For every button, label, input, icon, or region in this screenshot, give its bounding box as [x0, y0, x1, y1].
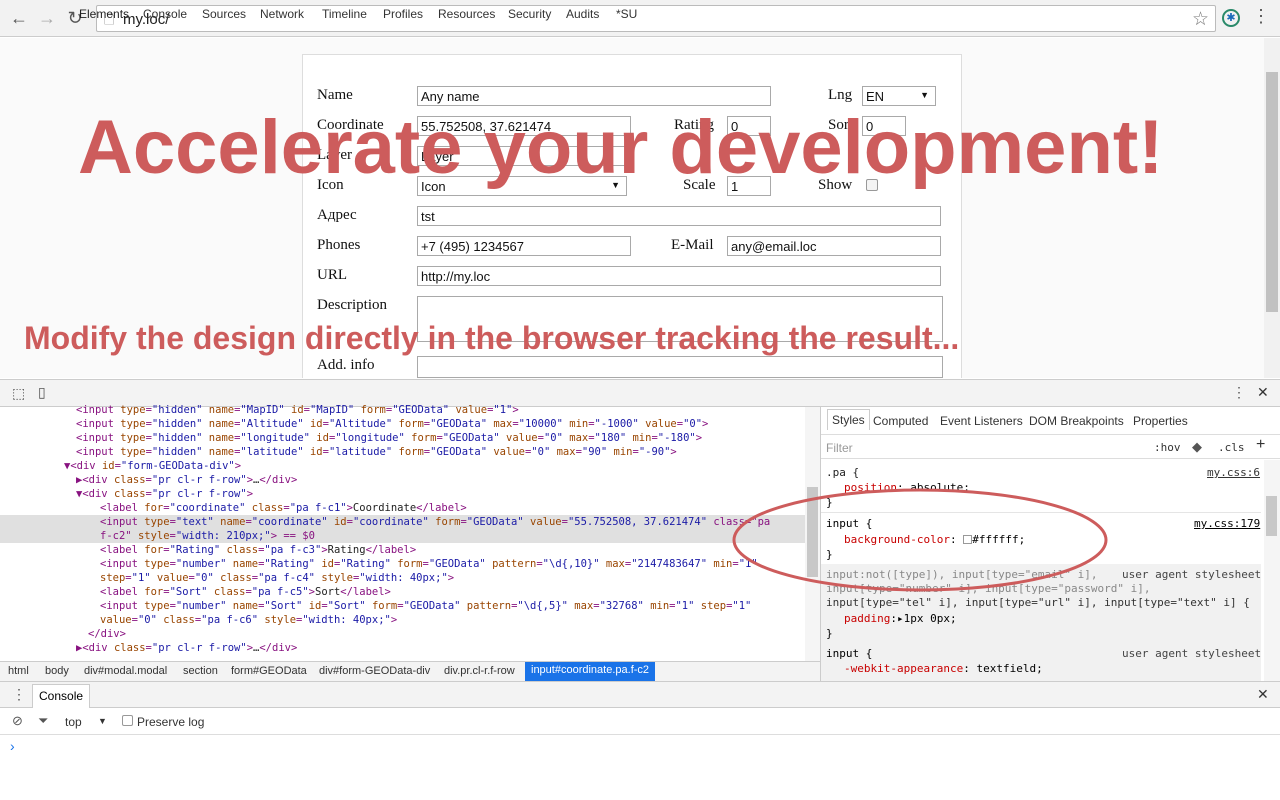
dom-node-line[interactable]: <label for="Sort" class="pa f-c5">Sort</…: [100, 585, 391, 599]
overlay-subline: Modify the design directly in the browse…: [24, 320, 960, 356]
page-scrollbar[interactable]: [1264, 38, 1280, 378]
dom-node-line[interactable]: value="0" class="pa f-c6" style="width: …: [100, 613, 397, 627]
phones-label: Phones: [317, 237, 361, 253]
inspect-element-icon[interactable]: ⬚: [12, 385, 25, 402]
breadcrumb-item[interactable]: div#modal.modal: [84, 665, 167, 677]
phones-input[interactable]: +7 (495) 1234567: [417, 236, 631, 256]
context-dropdown-icon[interactable]: ▼: [98, 716, 107, 726]
rule4-prop: -webkit-appearance: [844, 662, 964, 675]
preserve-log-checkbox[interactable]: [122, 715, 133, 726]
preserve-log-label: Preserve log: [137, 715, 205, 729]
clear-console-icon[interactable]: ⊘: [12, 713, 23, 729]
dom-node-line[interactable]: <input type="hidden" name="longitude" id…: [76, 431, 702, 445]
rule3-source: user agent stylesheet: [1122, 568, 1262, 581]
styles-scrollbar[interactable]: [1264, 460, 1280, 681]
dom-node-line[interactable]: step="1" value="0" class="pa f-c4" style…: [100, 571, 454, 585]
email-input[interactable]: any@email.loc: [727, 236, 941, 256]
dom-node-line[interactable]: <label for="Rating" class="pa f-c3">Rati…: [100, 543, 416, 557]
dom-node-line[interactable]: f-c2" style="width: 210px;"> == $0: [100, 529, 315, 543]
drawer-close-button[interactable]: ✕: [1257, 686, 1269, 703]
styles-tab-computed[interactable]: Computed: [873, 414, 928, 428]
breadcrumb-item[interactable]: div.pr.cl-r.f-row: [444, 665, 515, 677]
breadcrumb-item[interactable]: div#form-GEOData-div: [319, 665, 430, 677]
dom-node-line[interactable]: ▶<div class="pr cl-r f-row">…</div>: [76, 473, 297, 487]
styles-tab-dombreakpoints[interactable]: DOM Breakpoints: [1029, 414, 1124, 428]
rule1-source-link[interactable]: my.css:6: [1207, 466, 1260, 479]
dom-node-line[interactable]: <label for="coordinate" class="pa f-c1">…: [100, 501, 467, 515]
rule4-source: user agent stylesheet: [1122, 647, 1262, 660]
devtools-tab-profiles[interactable]: Profiles: [383, 7, 423, 21]
breadcrumb-item[interactable]: input#coordinate.pa.f-c2: [525, 662, 656, 681]
devtools-menu-button[interactable]: ⋮: [1232, 384, 1246, 401]
elements-tree[interactable]: <input type="hidden" name="MapID" id="Ma…: [0, 404, 805, 661]
rule3-value: 1px 0px;: [903, 612, 957, 625]
styles-tab-properties[interactable]: Properties: [1133, 414, 1188, 428]
email-label: E-Mail: [671, 237, 714, 253]
console-tab[interactable]: Console: [32, 684, 91, 708]
dom-node-line[interactable]: <input type="hidden" name="latitude" id=…: [76, 445, 677, 459]
address-input[interactable]: tst: [417, 206, 941, 226]
filter-icon[interactable]: ⏷: [38, 713, 48, 729]
device-mode-icon[interactable]: ▯: [38, 384, 46, 401]
dom-node-line[interactable]: <input type="number" name="Rating" id="R…: [100, 557, 758, 571]
rule4-value: textfield;: [976, 662, 1043, 675]
address-label: Адрес: [317, 207, 357, 223]
overlay-headline: Accelerate your development!: [78, 105, 1164, 190]
lng-select[interactable]: EN: [862, 86, 936, 106]
devtools-close-button[interactable]: ✕: [1257, 384, 1269, 401]
dom-node-line[interactable]: <input type="hidden" name="MapID" id="Ma…: [76, 403, 519, 417]
new-style-rule-button[interactable]: +: [1256, 436, 1265, 454]
rule3-prop: padding: [844, 612, 891, 625]
back-button[interactable]: ←: [8, 8, 30, 29]
breadcrumb: html body div#modal.modal section form#GEODa…: [0, 661, 820, 681]
context-select[interactable]: top: [65, 715, 82, 729]
dom-node-line[interactable]: <input type="hidden" name="Altitude" id=…: [76, 417, 708, 431]
addinfo-label: Add. info: [317, 357, 375, 373]
lng-label: Lng: [828, 87, 853, 103]
drawer-menu-icon[interactable]: ⋮: [12, 686, 26, 703]
devtools-tab-su[interactable]: *SU: [616, 7, 637, 21]
description-label: Description: [317, 297, 387, 313]
name-label: Name: [317, 87, 353, 103]
dom-node-line[interactable]: </div>: [88, 627, 126, 641]
devtools-tab-resources[interactable]: Resources: [438, 7, 495, 21]
devtools-tab-timeline[interactable]: Timeline: [322, 7, 367, 21]
bookmark-star-icon[interactable]: ☆: [1192, 8, 1209, 31]
url-input[interactable]: http://my.loc: [417, 266, 941, 286]
dom-node-line[interactable]: ▼<div class="pr cl-r f-row">: [76, 487, 253, 501]
styles-tab-eventlisteners[interactable]: Event Listeners: [940, 414, 1023, 428]
forward-button[interactable]: →: [36, 8, 58, 29]
styles-tab-styles[interactable]: Styles: [827, 409, 870, 430]
styles-filter-input[interactable]: Filter: [826, 441, 853, 455]
rule2-source-link[interactable]: my.css:179: [1194, 517, 1260, 530]
cls-toggle[interactable]: .cls: [1218, 441, 1245, 454]
console-prompt[interactable]: ›: [10, 738, 15, 754]
highlight-ellipse-annotation: [732, 488, 1108, 592]
devtools-tab-sources[interactable]: Sources: [202, 7, 246, 21]
devtools-tab-network[interactable]: Network: [260, 7, 304, 21]
dom-node-line[interactable]: <input type="number" name="Sort" id="Sor…: [100, 599, 751, 613]
devtools-tab-elements[interactable]: Elements: [79, 7, 129, 21]
devtools-tab-security[interactable]: Security: [508, 7, 551, 21]
url-label: URL: [317, 267, 347, 283]
hov-toggle[interactable]: :hov: [1154, 441, 1181, 454]
dom-node-line[interactable]: ▼<div id="form-GEOData-div">: [64, 459, 241, 473]
rule4-selector: input {: [826, 647, 873, 660]
name-input[interactable]: Any name: [417, 86, 771, 106]
extension-icon[interactable]: ✱: [1222, 9, 1240, 27]
breadcrumb-item[interactable]: html: [8, 665, 29, 677]
rule3-close: }: [826, 627, 833, 640]
chrome-menu-button[interactable]: ⋮: [1252, 6, 1270, 27]
breadcrumb-item[interactable]: body: [45, 665, 69, 677]
rule1-selector: .pa {: [826, 466, 860, 479]
breadcrumb-item[interactable]: section: [183, 665, 218, 677]
breadcrumb-item[interactable]: form#GEOData: [231, 665, 307, 677]
devtools-tab-console[interactable]: Console: [143, 7, 187, 21]
element-state-icon[interactable]: ◆: [1192, 439, 1202, 455]
dom-node-line[interactable]: ▶<div class="pr cl-r f-row">…</div>: [76, 641, 297, 655]
dom-node-line[interactable]: <input type="text" name="coordinate" id=…: [100, 515, 770, 529]
addinfo-textarea[interactable]: [417, 356, 943, 378]
devtools-tab-audits[interactable]: Audits: [566, 7, 599, 21]
